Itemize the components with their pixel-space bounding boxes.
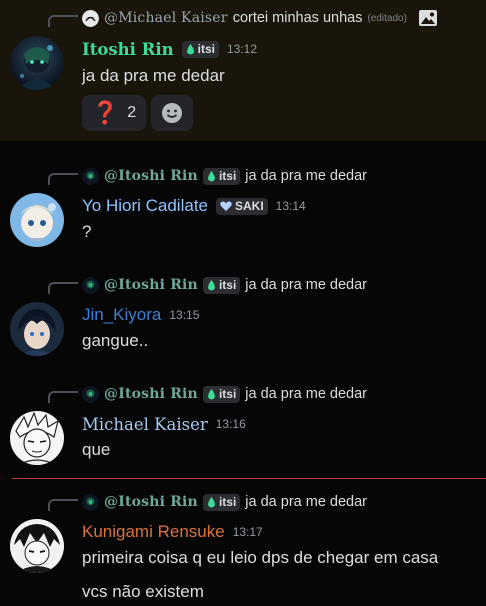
new-messages-divider bbox=[12, 478, 486, 479]
avatar[interactable] bbox=[10, 36, 64, 90]
guild-tag[interactable]: itsi bbox=[202, 385, 241, 403]
guild-tag-label: itsi bbox=[218, 495, 237, 509]
avatar[interactable] bbox=[10, 302, 64, 356]
guild-tag-label: SAKI bbox=[235, 199, 264, 213]
reply-text: ja da pra me dedar bbox=[245, 277, 368, 293]
image-icon[interactable] bbox=[418, 8, 438, 28]
author-name[interactable]: Jin_Kiyora bbox=[82, 305, 161, 325]
message-content: ? bbox=[82, 222, 92, 241]
reply-username[interactable]: @Itoshi Rin bbox=[104, 168, 198, 184]
message-content: que bbox=[82, 440, 111, 459]
reply-preview[interactable]: @Michael Kaiser cortei minhas unhas (edi… bbox=[82, 8, 438, 28]
author-name[interactable]: Yo Hiori Cadilate bbox=[82, 196, 208, 216]
reply-avatar bbox=[82, 9, 99, 27]
reply-username[interactable]: @Michael Kaiser bbox=[104, 10, 228, 26]
guild-tag[interactable]: itsi bbox=[181, 40, 219, 58]
message-1: @Michael Kaiser cortei minhas unhas (edi… bbox=[0, 0, 486, 141]
reply-avatar bbox=[82, 167, 99, 185]
drop-icon bbox=[208, 496, 215, 507]
guild-tag-label: itsi bbox=[218, 278, 237, 292]
timestamp: 13:16 bbox=[215, 417, 246, 431]
reply-username[interactable]: @Itoshi Rin bbox=[104, 386, 198, 402]
author-name[interactable]: Michael Kaiser bbox=[82, 415, 208, 434]
message-content: gangue.. bbox=[82, 331, 149, 350]
message-content: ja da pra me dedar bbox=[82, 66, 225, 85]
guild-tag[interactable]: SAKI bbox=[216, 197, 268, 215]
message-header: Yo Hiori Cadilate SAKI 13:14 bbox=[82, 195, 306, 217]
drop-icon bbox=[208, 170, 215, 181]
heart-icon bbox=[220, 201, 232, 211]
edited-label: (editado) bbox=[367, 12, 407, 24]
message-content: primeira coisa q eu leio dps de chegar e… bbox=[82, 548, 439, 567]
avatar[interactable] bbox=[10, 519, 64, 573]
drop-icon bbox=[186, 43, 194, 54]
reply-avatar bbox=[82, 385, 99, 403]
author-name[interactable]: Kunigami Rensuke bbox=[82, 522, 225, 542]
message-header: Itoshi Rin itsi 13:12 bbox=[82, 38, 257, 60]
guild-tag-label: itsi bbox=[197, 42, 215, 56]
reaction-count: 2 bbox=[127, 104, 137, 121]
message-2: @Itoshi Rin itsi ja da pra me dedar Yo H… bbox=[0, 158, 486, 258]
message-3: @Itoshi Rin itsi ja da pra me dedar Jin_… bbox=[0, 267, 486, 367]
reply-username[interactable]: @Itoshi Rin bbox=[104, 277, 198, 293]
message-4: @Itoshi Rin itsi ja da pra me dedar Mich… bbox=[0, 376, 486, 476]
timestamp: 13:14 bbox=[275, 199, 306, 213]
reply-preview[interactable]: @Itoshi Rin itsi ja da pra me dedar bbox=[82, 492, 367, 512]
reply-text: ja da pra me dedar bbox=[245, 168, 368, 184]
guild-tag[interactable]: itsi bbox=[202, 493, 241, 511]
reply-preview[interactable]: @Itoshi Rin itsi ja da pra me dedar bbox=[82, 384, 367, 404]
reply-preview[interactable]: @Itoshi Rin itsi ja da pra me dedar bbox=[82, 166, 367, 186]
reply-connector bbox=[48, 282, 78, 294]
avatar[interactable] bbox=[10, 193, 64, 247]
reply-connector bbox=[48, 15, 78, 27]
add-reaction-icon bbox=[162, 103, 182, 123]
reply-preview[interactable]: @Itoshi Rin itsi ja da pra me dedar bbox=[82, 275, 367, 295]
reply-text: ja da pra me dedar bbox=[245, 386, 368, 402]
message-header: Kunigami Rensuke 13:17 bbox=[82, 521, 263, 543]
guild-tag[interactable]: itsi bbox=[202, 167, 241, 185]
reply-connector bbox=[48, 499, 78, 511]
message-content-line-2: vcs não existem bbox=[82, 582, 204, 601]
reply-text: ja da pra me dedar bbox=[245, 494, 368, 510]
author-name[interactable]: Itoshi Rin bbox=[82, 40, 174, 59]
message-header: Michael Kaiser 13:16 bbox=[82, 413, 246, 435]
reply-connector bbox=[48, 173, 78, 185]
question-mark-icon: ❓ bbox=[91, 100, 120, 125]
timestamp: 13:17 bbox=[232, 525, 263, 539]
drop-icon bbox=[208, 388, 215, 399]
reaction-question[interactable]: ❓ 2 bbox=[82, 95, 146, 131]
timestamp: 13:15 bbox=[169, 308, 200, 322]
avatar[interactable] bbox=[10, 411, 64, 465]
reply-username[interactable]: @Itoshi Rin bbox=[104, 494, 198, 510]
drop-icon bbox=[208, 279, 215, 290]
timestamp: 13:12 bbox=[226, 42, 257, 56]
reply-avatar bbox=[82, 493, 99, 511]
message-header: Jin_Kiyora 13:15 bbox=[82, 304, 199, 326]
guild-tag-label: itsi bbox=[218, 169, 237, 183]
reply-text: cortei minhas unhas bbox=[232, 10, 363, 26]
add-reaction-button[interactable] bbox=[151, 95, 193, 131]
guild-tag-label: itsi bbox=[218, 387, 237, 401]
reply-avatar bbox=[82, 276, 99, 294]
reply-connector bbox=[48, 391, 78, 403]
message-5: @Itoshi Rin itsi ja da pra me dedar Kuni… bbox=[0, 484, 486, 606]
guild-tag[interactable]: itsi bbox=[202, 276, 241, 294]
